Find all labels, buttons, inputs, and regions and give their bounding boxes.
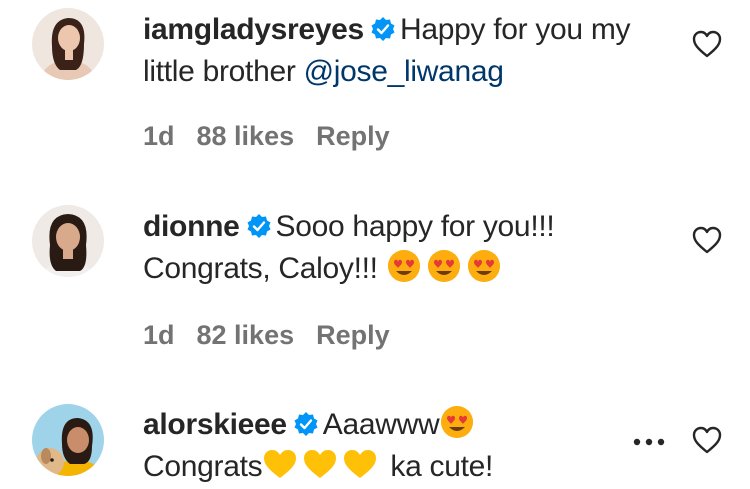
- heart-eyes-emoji-icon: [467, 250, 500, 282]
- verified-badge-icon: [371, 17, 395, 41]
- heart-eyes-emoji-icon: [441, 406, 474, 438]
- like-heart-icon[interactable]: [692, 426, 722, 454]
- mention-link[interactable]: @jose_liwanag: [304, 55, 504, 88]
- reply-button[interactable]: Reply: [316, 121, 390, 151]
- like-heart-icon[interactable]: [692, 226, 722, 254]
- comment-body-line2: Congrats: [143, 450, 263, 483]
- username[interactable]: dionne: [143, 210, 240, 243]
- yellow-heart-emoji-icon: [304, 450, 337, 478]
- username[interactable]: alorskieee: [143, 408, 287, 441]
- heart-eyes-emoji-icon: [427, 250, 460, 282]
- yellow-heart-emoji-icon: [264, 450, 297, 478]
- likes-count[interactable]: 88 likes: [197, 121, 295, 151]
- comment-body-line3: ka cute!: [390, 450, 494, 483]
- comment-text: dionne Sooo happy for you!!! Congrats, Ca…: [143, 206, 663, 290]
- likes-count[interactable]: 82 likes: [197, 320, 295, 350]
- heart-eyes-emoji-icon: [387, 250, 420, 282]
- username[interactable]: iamgladysreyes: [143, 13, 364, 46]
- comment-meta: 1d 82 likes Reply: [143, 320, 412, 351]
- reply-button[interactable]: Reply: [316, 320, 390, 350]
- more-options-icon[interactable]: [632, 437, 666, 447]
- comment-time: 1d: [143, 320, 175, 350]
- comment-meta: 1d 88 likes Reply: [143, 121, 412, 152]
- like-heart-icon[interactable]: [692, 30, 722, 58]
- comment-time: 1d: [143, 121, 175, 151]
- yellow-heart-emoji-icon: [344, 450, 377, 478]
- comment-text: iamgladysreyes Happy for you my little br…: [143, 9, 663, 93]
- avatar[interactable]: [32, 8, 104, 80]
- verified-badge-icon: [247, 214, 271, 238]
- avatar[interactable]: [32, 404, 104, 476]
- comment-text: alorskieee Aaawww Congrats ka cute!: [143, 404, 663, 488]
- verified-badge-icon: [294, 412, 318, 436]
- comment-body: Aaawww: [322, 408, 440, 441]
- avatar[interactable]: [32, 205, 104, 277]
